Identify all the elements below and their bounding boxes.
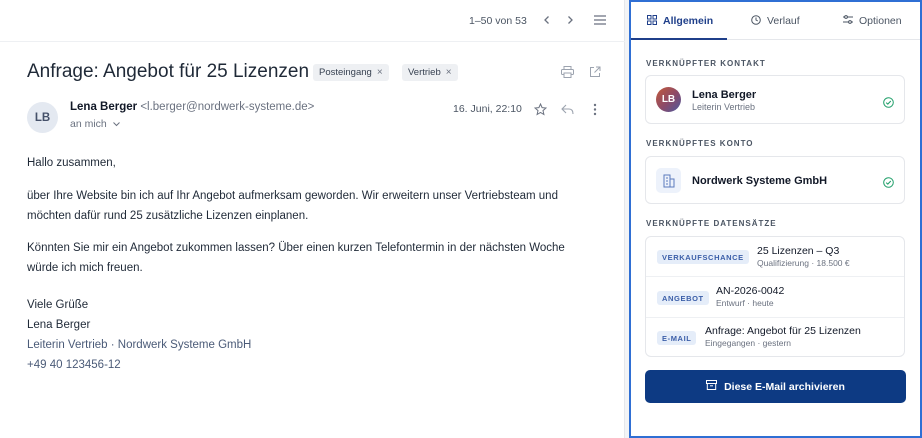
email-paragraph-line: über Ihre Website bin ich auf Ihr Angebo… (27, 190, 558, 202)
chevron-down-icon (112, 118, 120, 130)
more-vertical-icon[interactable] (587, 101, 603, 117)
reply-icon[interactable] (559, 101, 575, 117)
linked-records-card: VERKAUFSCHANCE 25 Lizenzen – Q3 Qualifiz… (645, 236, 905, 357)
email-paragraph-line: Könnten Sie mir ein Angebot zukommen las… (27, 242, 565, 254)
record-title: AN-2026-0042 (716, 285, 785, 297)
archive-email-button[interactable]: Diese E-Mail archivieren (645, 370, 906, 403)
email-date: 16. Juni, 22:10 (453, 103, 522, 115)
sender-name[interactable]: Lena Berger (70, 101, 137, 113)
crm-side-panel: Allgemein Verlauf Optionen VERKNÜPFTER K… (629, 0, 922, 438)
chevron-left-icon[interactable] (540, 13, 554, 27)
signature-name: Lena Berger (27, 319, 91, 331)
mail-toolbar: 1–50 von 53 (0, 0, 625, 42)
contact-name: Lena Berger (692, 89, 757, 101)
signature-phone: +49 40 123456-12 (27, 359, 121, 371)
record-type-badge: ANGEBOT (657, 291, 709, 305)
sender-avatar: LB (27, 102, 58, 133)
record-subtitle: Entwurf · heute (716, 298, 774, 308)
menu-icon[interactable] (592, 13, 608, 27)
record-type-badge: VERKAUFSCHANCE (657, 250, 749, 264)
linked-contact-card[interactable]: LB Lena Berger Leiterin Vertrieb (645, 75, 905, 124)
building-icon (656, 168, 681, 193)
signature-role: Leiterin Vertrieb · Nordwerk Systeme Gmb… (27, 339, 252, 351)
contact-role: Leiterin Vertrieb (692, 102, 756, 112)
sender-email: <l.berger@nordwerk-systeme.de> (140, 101, 315, 113)
record-row-opportunity[interactable]: VERKAUFSCHANCE 25 Lizenzen – Q3 Qualifiz… (646, 237, 904, 277)
sliders-icon (843, 15, 853, 27)
record-type-badge: E-MAIL (657, 331, 697, 345)
record-title: Anfrage: Angebot für 25 Lizenzen (705, 325, 861, 337)
contact-avatar: LB (656, 87, 681, 112)
record-subtitle: Qualifizierung · 18.500 € (757, 258, 850, 268)
tag-vertrieb[interactable]: Vertrieb × (402, 64, 458, 81)
pagination-count: 1–50 von 53 (469, 15, 527, 27)
check-circle-icon (883, 175, 894, 188)
record-title: 25 Lizenzen – Q3 (757, 245, 840, 257)
remove-tag-icon[interactable]: × (446, 67, 452, 78)
section-label-records: VERKNÜPFTE DATENSÄTZE (646, 219, 777, 228)
record-row-quote[interactable]: ANGEBOT AN-2026-0042 Entwurf · heute (646, 277, 904, 318)
recipient-label: an mich (70, 118, 107, 130)
account-name: Nordwerk Systeme GmbH (692, 175, 828, 187)
recipient-toggle[interactable]: an mich (70, 118, 120, 130)
tab-verlauf[interactable]: Verlauf (751, 2, 800, 40)
tab-allgemein[interactable]: Allgemein (647, 2, 713, 40)
record-subtitle: Eingegangen · gestern (705, 338, 792, 348)
tab-label: Verlauf (767, 15, 800, 27)
star-icon[interactable] (532, 101, 548, 117)
email-paragraph-line: würde ich mich freuen. (27, 262, 143, 274)
section-label-account: VERKNÜPFTES KONTO (646, 139, 754, 148)
tag-label: Vertrieb (408, 67, 441, 78)
email-closing: Viele Grüße (27, 299, 89, 311)
archive-icon (706, 380, 718, 393)
linked-account-card[interactable]: Nordwerk Systeme GmbH (645, 156, 905, 204)
print-icon[interactable] (559, 64, 575, 80)
archive-button-label: Diese E-Mail archivieren (724, 380, 845, 393)
tab-optionen[interactable]: Optionen (843, 2, 902, 40)
remove-tag-icon[interactable]: × (377, 67, 383, 78)
tag-label: Posteingang (319, 67, 372, 78)
sender-line: Lena Berger <l.berger@nordwerk-systeme.d… (70, 101, 314, 113)
email-paragraph-line: möchten dafür rund 25 zusätzliche Lizenz… (27, 210, 309, 222)
clock-icon (751, 14, 761, 28)
email-view: 1–50 von 53 Anfrage: Angebot für 25 Lize… (0, 0, 625, 438)
active-tab-indicator (631, 38, 727, 40)
open-external-icon[interactable] (587, 64, 603, 80)
grid-icon (647, 14, 657, 28)
email-greeting: Hallo zusammen, (27, 157, 116, 169)
record-row-email[interactable]: E-MAIL Anfrage: Angebot für 25 Lizenzen … (646, 318, 904, 357)
section-label-contact: VERKNÜPFTER KONTAKT (646, 59, 766, 68)
tab-label: Optionen (859, 15, 902, 27)
tag-posteingang[interactable]: Posteingang × (313, 64, 389, 81)
email-subject: Anfrage: Angebot für 25 Lizenzen (27, 61, 310, 82)
tab-label: Allgemein (663, 15, 714, 27)
chevron-right-icon[interactable] (563, 13, 577, 27)
check-circle-icon (883, 95, 894, 108)
panel-tabs: Allgemein Verlauf Optionen (631, 2, 920, 40)
